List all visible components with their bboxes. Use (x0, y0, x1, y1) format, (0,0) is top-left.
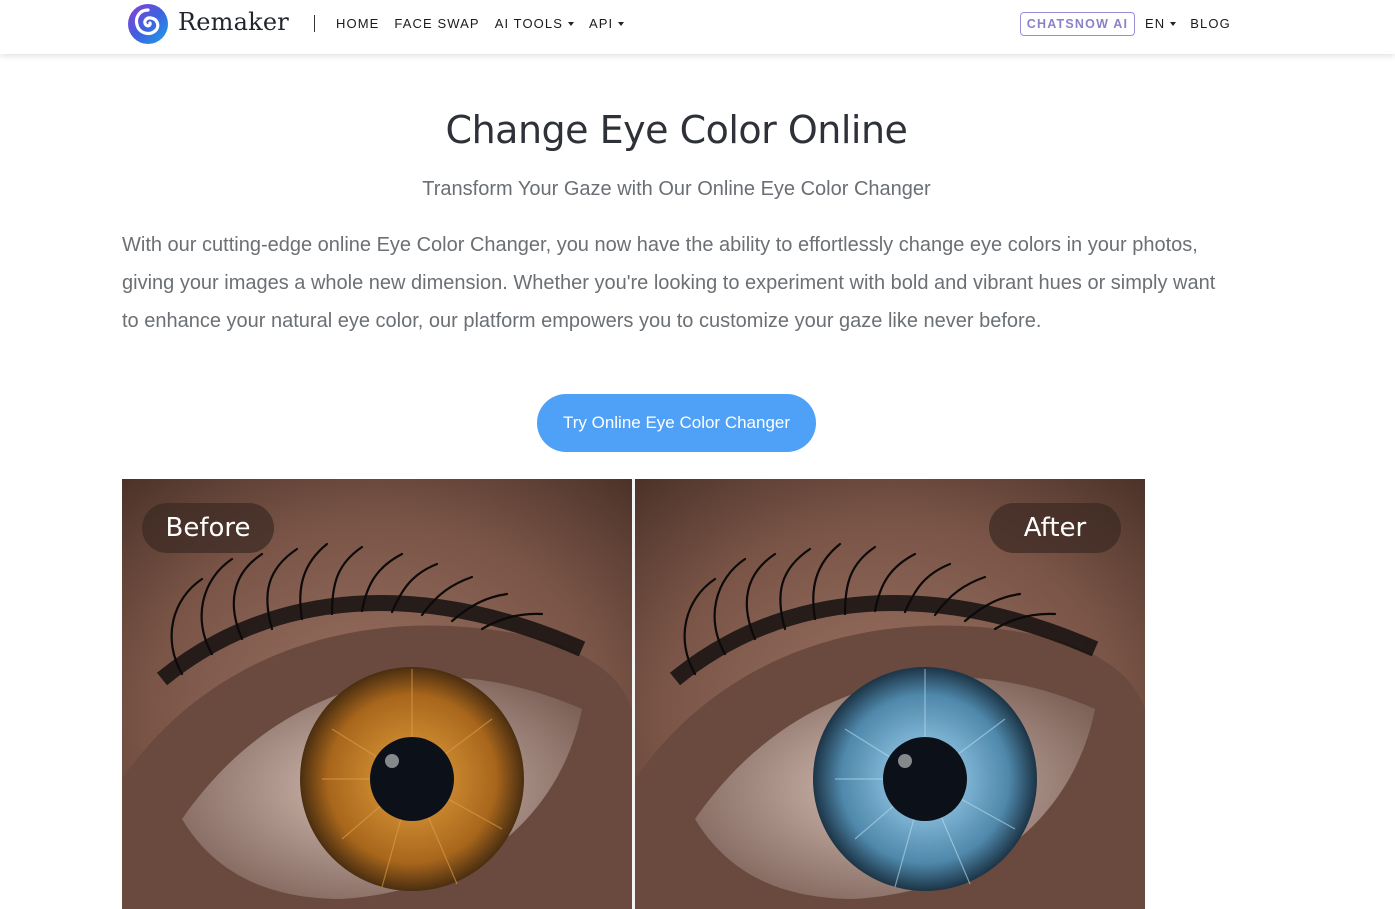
chatsnow-ai-button[interactable]: CHATSNOW AI (1020, 12, 1135, 36)
try-eye-color-changer-button[interactable]: Try Online Eye Color Changer (537, 394, 816, 452)
language-label: EN (1145, 16, 1166, 31)
nav-api-dropdown[interactable]: API (588, 16, 625, 31)
page-title: Change Eye Color Online (445, 108, 908, 152)
brand-name[interactable]: Remaker (178, 8, 289, 36)
chevron-down-icon (618, 21, 625, 26)
secondary-nav: EN BLOG (1145, 16, 1231, 31)
nav-blog-label: BLOG (1190, 16, 1231, 31)
nav-divider (314, 15, 315, 32)
nav-home[interactable]: HOME (336, 16, 379, 31)
language-dropdown[interactable]: EN (1145, 16, 1177, 31)
page-subtitle: Transform Your Gaze with Our Online Eye … (422, 178, 931, 200)
nav-blog[interactable]: BLOG (1190, 16, 1231, 31)
remaker-logo-icon[interactable] (127, 3, 169, 45)
chevron-down-icon (1170, 21, 1177, 26)
before-photo: Before (122, 479, 632, 909)
nav-home-label: HOME (336, 16, 380, 31)
top-navbar: Remaker HOME FACE SWAP AI TOOLS API CHAT… (0, 0, 1395, 54)
nav-face-swap[interactable]: FACE SWAP (394, 16, 479, 31)
before-label: Before (142, 503, 274, 553)
nav-api-label: API (588, 16, 614, 31)
after-photo: After (635, 479, 1145, 909)
nav-ai-tools-dropdown[interactable]: AI TOOLS (495, 16, 574, 31)
nav-face-swap-label: FACE SWAP (394, 16, 480, 31)
main-nav: HOME FACE SWAP AI TOOLS API (336, 16, 625, 31)
intro-paragraph: With our cutting-edge online Eye Color C… (122, 234, 1216, 332)
before-after-image: Before After (122, 479, 1146, 909)
nav-ai-tools-label: AI TOOLS (494, 16, 563, 31)
after-label: After (989, 503, 1121, 553)
chevron-down-icon (567, 21, 574, 26)
